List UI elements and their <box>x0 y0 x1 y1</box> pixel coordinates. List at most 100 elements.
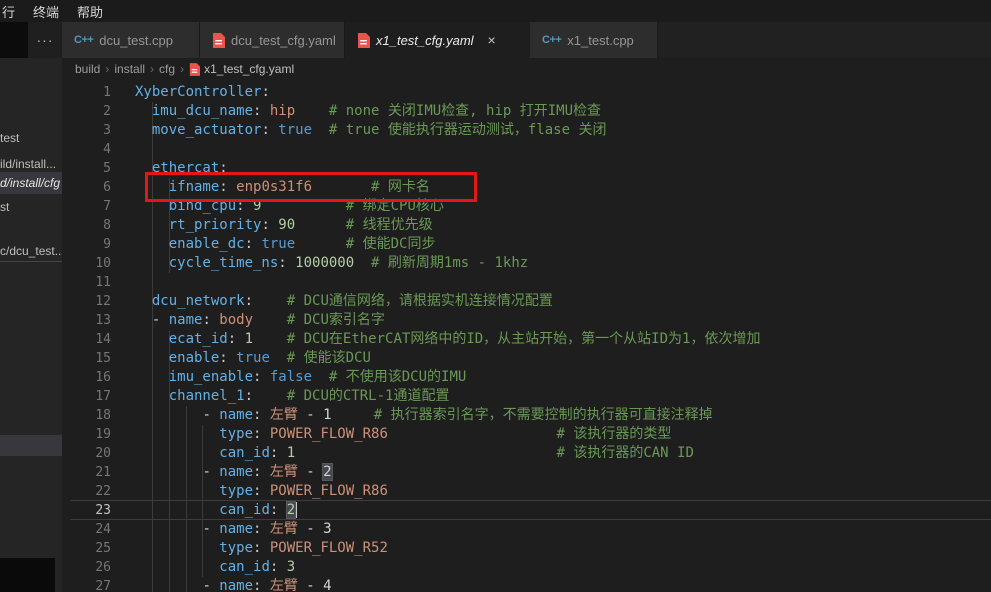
more-actions-icon[interactable]: ··· <box>28 32 62 48</box>
line-number[interactable]: 23 <box>62 501 132 520</box>
line-number[interactable]: 21 <box>62 463 132 482</box>
menu-item-help[interactable]: 帮助 <box>68 2 112 21</box>
chevron-right-icon: › <box>105 62 109 76</box>
code-line[interactable]: 13 - name: body # DCU索引名字 <box>62 311 991 330</box>
line-number[interactable]: 13 <box>62 311 132 330</box>
breadcrumb-item-file[interactable]: x1_test_cfg.yaml <box>189 62 294 76</box>
code-line[interactable]: 15 enable: true # 使能该DCU <box>62 349 991 368</box>
code-line[interactable]: 21 - name: 左臂 - 2 <box>62 463 991 482</box>
yaml-icon <box>357 33 370 48</box>
tab-x1-test-cpp[interactable]: C++ x1_test.cpp <box>530 22 658 58</box>
line-number[interactable]: 8 <box>62 216 132 235</box>
line-number[interactable]: 26 <box>62 558 132 577</box>
tab-label: dcu_test.cpp <box>99 33 173 48</box>
code-text: - name: body # DCU索引名字 <box>132 311 385 330</box>
tab-dcu-test-cpp[interactable]: C++ dcu_test.cpp <box>62 22 200 58</box>
yaml-icon <box>212 33 225 48</box>
sidebar-item[interactable]: test <box>0 129 62 148</box>
sidebar-black-corner <box>0 22 28 58</box>
sidebar-item[interactable]: st <box>0 198 62 217</box>
sidebar-top-strip: ··· <box>0 22 62 58</box>
code-line[interactable]: 7 bind_cpu: 9 # 绑定CPU核心 <box>62 197 991 216</box>
code-line[interactable]: 14 ecat_id: 1 # DCU在EtherCAT网络中的ID，从主站开始… <box>62 330 991 349</box>
line-number[interactable]: 1 <box>62 83 132 102</box>
editor[interactable]: 1XyberController:2 imu_dcu_name: hip # n… <box>62 80 991 592</box>
breadcrumb-item-build[interactable]: build <box>75 62 100 76</box>
line-number[interactable]: 7 <box>62 197 132 216</box>
menu-item-run[interactable]: 行 <box>0 2 24 21</box>
code-line[interactable]: 12 dcu_network: # DCU通信网络，请根据实机连接情况配置 <box>62 292 991 311</box>
line-number[interactable]: 18 <box>62 406 132 425</box>
code-line[interactable]: 6 ifname: enp0s31f6 # 网卡名 <box>62 178 991 197</box>
code-text: enable: true # 使能该DCU <box>132 349 371 368</box>
code-line[interactable]: 11 <box>62 273 991 292</box>
line-number[interactable]: 9 <box>62 235 132 254</box>
sidebar-row-highlight[interactable] <box>0 435 62 456</box>
tab-x1-test-cfg-yaml[interactable]: x1_test_cfg.yaml × <box>345 22 530 58</box>
code-line[interactable]: 20 can_id: 1 # 该执行器的CAN ID <box>62 444 991 463</box>
sidebar-item[interactable]: c/dcu_test... <box>0 242 62 262</box>
code-text <box>132 273 135 292</box>
line-number[interactable]: 19 <box>62 425 132 444</box>
code-line[interactable]: 18 - name: 左臂 - 1 # 执行器索引名字，不需要控制的执行器可直接… <box>62 406 991 425</box>
code-line[interactable]: 5 ethercat: <box>62 159 991 178</box>
code-line[interactable]: 19 type: POWER_FLOW_R86 # 该执行器的类型 <box>62 425 991 444</box>
code-line[interactable]: 10 cycle_time_ns: 1000000 # 刷新周期1ms - 1k… <box>62 254 991 273</box>
code-line[interactable]: 2 imu_dcu_name: hip # none 关闭IMU检查, hip … <box>62 102 991 121</box>
code-line[interactable]: 4 <box>62 140 991 159</box>
code-text: ifname: enp0s31f6 # 网卡名 <box>132 178 430 197</box>
code-text: - name: 左臂 - 1 # 执行器索引名字，不需要控制的执行器可直接注释掉 <box>132 406 713 425</box>
sidebar: ··· test ild/install... d/install/cfg st… <box>0 22 62 592</box>
code-line[interactable]: 24 - name: 左臂 - 3 <box>62 520 991 539</box>
code-line[interactable]: 22 type: POWER_FLOW_R86 <box>62 482 991 501</box>
line-number[interactable]: 14 <box>62 330 132 349</box>
line-number[interactable]: 4 <box>62 140 132 159</box>
line-number[interactable]: 10 <box>62 254 132 273</box>
breadcrumb: build › install › cfg › x1_test_cfg.yaml <box>62 58 991 80</box>
code-line[interactable]: 16 imu_enable: false # 不使用该DCU的IMU <box>62 368 991 387</box>
close-icon[interactable]: × <box>488 32 496 48</box>
line-number[interactable]: 12 <box>62 292 132 311</box>
line-number[interactable]: 5 <box>62 159 132 178</box>
code-text: type: POWER_FLOW_R86 <box>132 482 388 501</box>
code-line[interactable]: 27 - name: 左臂 - 4 <box>62 577 991 592</box>
chevron-right-icon: › <box>150 62 154 76</box>
tab-bar-empty-space <box>658 22 991 58</box>
code-text: type: POWER_FLOW_R86 # 该执行器的类型 <box>132 425 671 444</box>
line-number[interactable]: 25 <box>62 539 132 558</box>
code-line[interactable]: 8 rt_priority: 90 # 线程优先级 <box>62 216 991 235</box>
line-number[interactable]: 24 <box>62 520 132 539</box>
code-text: channel_1: # DCU的CTRL-1通道配置 <box>132 387 449 406</box>
line-number[interactable]: 15 <box>62 349 132 368</box>
code-line[interactable]: 1XyberController: <box>62 83 991 102</box>
code-text: ethercat: <box>132 159 228 178</box>
code-line[interactable]: 9 enable_dc: true # 使能DC同步 <box>62 235 991 254</box>
code-line[interactable]: 3 move_actuator: true # true 使能执行器运动测试，f… <box>62 121 991 140</box>
tab-dcu-test-cfg-yaml[interactable]: dcu_test_cfg.yaml <box>200 22 345 58</box>
line-number[interactable]: 27 <box>62 577 132 592</box>
tab-label: dcu_test_cfg.yaml <box>231 33 336 48</box>
code-line[interactable]: 23 can_id: 2 <box>62 501 991 520</box>
code-text: dcu_network: # DCU通信网络，请根据实机连接情况配置 <box>132 292 553 311</box>
code-text: enable_dc: true # 使能DC同步 <box>132 235 435 254</box>
line-number[interactable]: 2 <box>62 102 132 121</box>
yaml-icon <box>189 63 200 76</box>
sidebar-item-selected[interactable]: d/install/cfg <box>0 172 62 194</box>
tab-bar: C++ dcu_test.cpp dcu_test_cfg.yaml x1_te… <box>62 22 991 58</box>
line-number[interactable]: 22 <box>62 482 132 501</box>
cpp-icon: C++ <box>74 34 93 46</box>
breadcrumb-item-cfg[interactable]: cfg <box>159 62 175 76</box>
line-number[interactable]: 3 <box>62 121 132 140</box>
line-number[interactable]: 11 <box>62 273 132 292</box>
code-line[interactable]: 17 channel_1: # DCU的CTRL-1通道配置 <box>62 387 991 406</box>
code-line[interactable]: 25 type: POWER_FLOW_R52 <box>62 539 991 558</box>
breadcrumb-item-install[interactable]: install <box>114 62 145 76</box>
line-number[interactable]: 20 <box>62 444 132 463</box>
line-number[interactable]: 17 <box>62 387 132 406</box>
line-number[interactable]: 16 <box>62 368 132 387</box>
code-lines: 1XyberController:2 imu_dcu_name: hip # n… <box>62 83 991 592</box>
menu-bar: 行 终端 帮助 <box>0 0 991 22</box>
line-number[interactable]: 6 <box>62 178 132 197</box>
code-line[interactable]: 26 can_id: 3 <box>62 558 991 577</box>
menu-item-terminal[interactable]: 终端 <box>24 2 68 21</box>
